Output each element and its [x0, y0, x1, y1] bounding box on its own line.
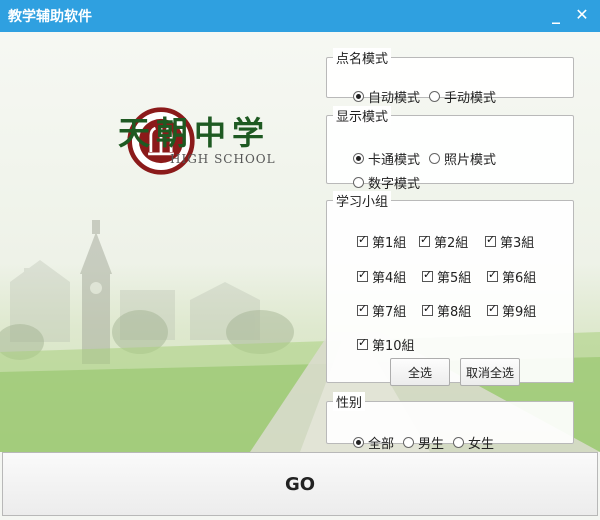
radio-cartoon-mode[interactable]: 卡通模式 — [353, 149, 420, 168]
title-bar: 教学辅助软件 _ ✕ — [0, 0, 600, 32]
checkbox-label: 第6組 — [502, 271, 537, 286]
radio-indicator[interactable] — [453, 437, 464, 448]
radio-label: 数字模式 — [368, 177, 421, 192]
checkbox-label: 第7組 — [372, 305, 407, 320]
checkbox-label: 第5組 — [437, 271, 472, 286]
checkbox-indicator[interactable] — [419, 233, 430, 247]
radio-label: 女生 — [468, 437, 495, 452]
radio-gender-all[interactable]: 全部 — [353, 433, 394, 452]
checkbox-indicator[interactable] — [357, 268, 368, 282]
radio-label: 手动模式 — [444, 91, 497, 106]
radio-indicator[interactable] — [429, 153, 440, 164]
checkbox-indicator[interactable] — [357, 233, 368, 247]
display-mode-group: 显示模式 卡通模式 照片模式 数字模式 — [326, 106, 574, 192]
checkbox-indicator[interactable] — [357, 302, 368, 316]
checkbox-indicator[interactable] — [487, 268, 498, 282]
checkbox-label: 第3組 — [500, 236, 535, 251]
close-button[interactable]: ✕ — [572, 4, 592, 26]
radio-number-mode[interactable]: 数字模式 — [353, 173, 420, 192]
study-groups-legend: 学习小组 — [333, 191, 392, 210]
checkbox-label: 第8組 — [437, 305, 472, 320]
gender-group: 性别 全部 男生 女生 — [326, 392, 574, 452]
school-name-en: HIGH SCHOOL — [170, 152, 276, 166]
radio-gender-female[interactable]: 女生 — [453, 433, 494, 452]
radio-label: 自动模式 — [368, 91, 421, 106]
radio-auto-mode[interactable]: 自动模式 — [353, 87, 420, 106]
checkbox-group-3[interactable]: 第3組 — [485, 232, 534, 251]
radio-indicator[interactable] — [403, 437, 414, 448]
checkbox-group-10[interactable]: 第10組 — [357, 335, 415, 354]
radio-manual-mode[interactable]: 手动模式 — [429, 87, 496, 106]
radio-label: 照片模式 — [444, 153, 497, 168]
call-mode-group: 点名模式 自动模式 手动模式 — [326, 48, 574, 106]
checkbox-indicator[interactable] — [422, 268, 433, 282]
radio-indicator[interactable] — [353, 153, 364, 164]
checkbox-group-7[interactable]: 第7組 — [357, 301, 406, 320]
checkbox-label: 第2組 — [434, 236, 469, 251]
go-button[interactable]: GO — [2, 452, 598, 516]
checkbox-label: 第4組 — [372, 271, 407, 286]
radio-indicator[interactable] — [429, 91, 440, 102]
checkbox-group-5[interactable]: 第5組 — [422, 267, 471, 286]
radio-indicator[interactable] — [353, 91, 364, 102]
checkbox-label: 第1組 — [372, 236, 407, 251]
radio-gender-male[interactable]: 男生 — [403, 433, 444, 452]
deselect-all-button[interactable]: 取消全选 — [460, 358, 520, 386]
display-mode-legend: 显示模式 — [333, 106, 392, 125]
select-all-button[interactable]: 全选 — [390, 358, 450, 386]
gender-legend: 性别 — [333, 392, 366, 411]
minimize-button[interactable]: _ — [546, 4, 566, 26]
checkbox-indicator[interactable] — [357, 336, 368, 350]
checkbox-group-1[interactable]: 第1組 — [357, 232, 406, 251]
checkbox-label: 第10組 — [372, 339, 415, 354]
checkbox-group-8[interactable]: 第8組 — [422, 301, 471, 320]
call-mode-legend: 点名模式 — [333, 48, 392, 67]
checkbox-label: 第9組 — [502, 305, 537, 320]
radio-label: 卡通模式 — [368, 153, 421, 168]
radio-indicator[interactable] — [353, 437, 364, 448]
window-title: 教学辅助软件 — [8, 9, 92, 25]
study-groups-group: 学习小组 第1組 第2組 第3組 第4組 第5組 第6組 第7組 第8組 第9組… — [326, 191, 574, 386]
checkbox-group-4[interactable]: 第4組 — [357, 267, 406, 286]
checkbox-group-9[interactable]: 第9組 — [487, 301, 536, 320]
radio-indicator[interactable] — [353, 177, 364, 188]
checkbox-group-6[interactable]: 第6組 — [487, 267, 536, 286]
checkbox-indicator[interactable] — [485, 233, 496, 247]
school-name-cn: 天朝中学 — [118, 114, 271, 152]
radio-photo-mode[interactable]: 照片模式 — [429, 149, 496, 168]
checkbox-group-2[interactable]: 第2組 — [419, 232, 468, 251]
radio-label: 全部 — [368, 437, 395, 452]
checkbox-indicator[interactable] — [487, 302, 498, 316]
radio-label: 男生 — [418, 437, 445, 452]
checkbox-indicator[interactable] — [422, 302, 433, 316]
